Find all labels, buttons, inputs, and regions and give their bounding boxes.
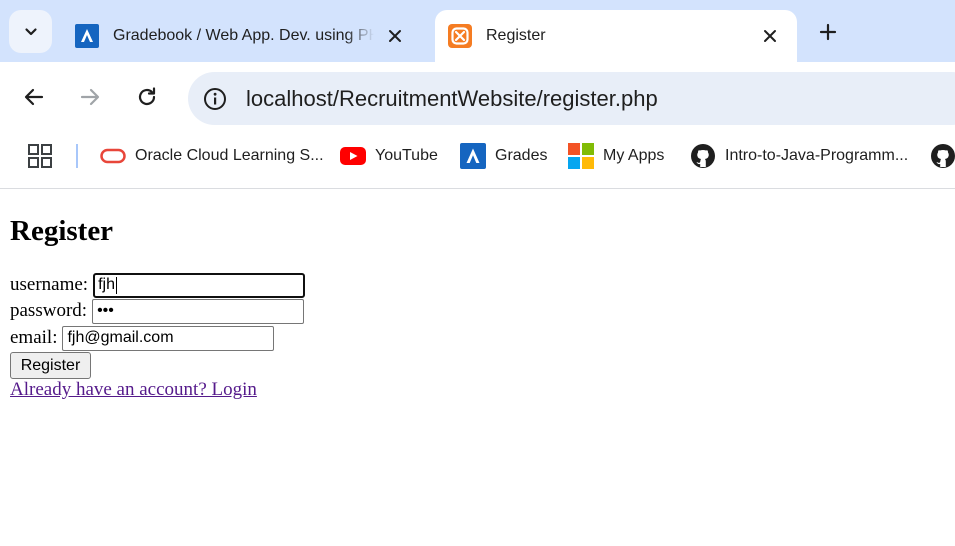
apps-button[interactable] xyxy=(28,142,52,170)
login-link[interactable]: Already have an account? Login xyxy=(10,379,257,401)
close-tab-icon[interactable] xyxy=(384,25,406,47)
microsoft-icon xyxy=(568,143,594,169)
forward-arrow-icon xyxy=(80,88,100,106)
bookmark-intro-java[interactable]: Intro-to-Java-Programm... xyxy=(690,142,908,170)
bookmark-youtube[interactable]: YouTube xyxy=(340,142,438,170)
tab-gradebook[interactable]: Gradebook / Web App. Dev. using PHP xyxy=(62,10,422,62)
oracle-icon xyxy=(100,143,126,169)
email-label: email: xyxy=(10,327,58,348)
xampp-favicon-icon xyxy=(448,24,472,48)
email-value: fjh@gmail.com xyxy=(67,329,174,346)
youtube-icon xyxy=(340,143,366,169)
plus-icon xyxy=(819,23,837,41)
chevron-down-icon xyxy=(24,27,37,35)
text-caret xyxy=(115,276,117,294)
gradebook-favicon-icon xyxy=(75,24,99,48)
browser-toolbar: localhost/RecruitmentWebsite/register.ph… xyxy=(0,62,955,134)
bookmark-grades[interactable]: Grades xyxy=(460,142,547,170)
bookmarks-divider xyxy=(76,144,78,168)
url-text: localhost/RecruitmentWebsite/register.ph… xyxy=(246,86,658,111)
address-bar[interactable]: localhost/RecruitmentWebsite/register.ph… xyxy=(188,72,955,125)
password-value: ••• xyxy=(97,302,114,319)
username-input[interactable]: fjh xyxy=(93,272,306,298)
tab-register[interactable]: Register xyxy=(435,10,797,62)
close-tab-icon[interactable] xyxy=(759,25,781,47)
bookmark-label: My Apps xyxy=(603,147,665,164)
bookmark-label: Grades xyxy=(495,147,548,164)
bookmark-oracle[interactable]: Oracle Cloud Learning S... xyxy=(100,142,324,170)
page-content: Register username: fjh password: ••• ema… xyxy=(0,189,955,546)
github-icon xyxy=(690,143,716,169)
email-row: email: fjh@gmail.com xyxy=(10,325,275,351)
password-row: password: ••• xyxy=(10,298,305,324)
new-tab-button[interactable] xyxy=(814,18,842,46)
back-button[interactable] xyxy=(20,83,48,111)
username-value: fjh xyxy=(98,276,115,293)
forward-button[interactable] xyxy=(76,83,104,111)
grades-icon xyxy=(460,143,486,169)
site-info-icon[interactable] xyxy=(202,86,228,112)
back-arrow-icon xyxy=(24,88,44,106)
tab-title: Register xyxy=(486,27,546,44)
bookmark-label: Oracle Cloud Learning S... xyxy=(135,147,324,164)
bookmark-my-apps[interactable]: My Apps xyxy=(568,142,664,170)
password-label: password: xyxy=(10,300,88,321)
reload-icon xyxy=(138,87,156,106)
username-label: username: xyxy=(10,274,89,295)
bookmarks-bar: Oracle Cloud Learning S... YouTube Grade… xyxy=(0,134,955,189)
register-button[interactable]: Register xyxy=(10,352,91,379)
username-row: username: fjh xyxy=(10,272,306,298)
email-input[interactable]: fjh@gmail.com xyxy=(62,325,275,351)
page-title: Register xyxy=(10,215,114,247)
reload-button[interactable] xyxy=(133,83,161,111)
bookmark-label: Intro-to-Java-Programm... xyxy=(725,147,909,164)
tab-title: Gradebook / Web App. Dev. using PHP xyxy=(113,27,374,45)
github-icon xyxy=(930,143,955,169)
tab-strip: Gradebook / Web App. Dev. using PHP Regi… xyxy=(0,0,955,62)
password-input[interactable]: ••• xyxy=(92,298,305,324)
bookmark-label: YouTube xyxy=(375,147,438,164)
tab-search-button[interactable] xyxy=(9,10,52,53)
apps-grid-icon xyxy=(28,144,52,168)
bookmark-github-overflow[interactable] xyxy=(930,142,955,170)
